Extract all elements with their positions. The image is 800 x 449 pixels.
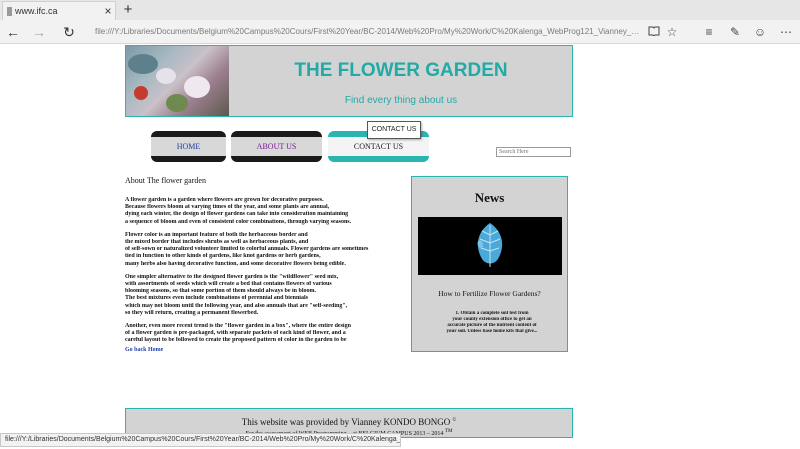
browser-tab-bar: www.ifc.ca × + (0, 0, 800, 20)
main-heading: About The flower garden (125, 176, 206, 185)
refresh-icon[interactable]: ↻ (60, 23, 78, 41)
go-back-home-link[interactable]: Go back Home (125, 347, 375, 353)
nav-about-label: ABOUT US (231, 137, 322, 156)
status-bar-url: file:///Y:/Libraries/Documents/Belgium%2… (0, 433, 401, 447)
news-caption: How to Fertilize Flower Gardens? (438, 289, 541, 298)
tab-close-icon[interactable]: × (101, 4, 115, 18)
search-input[interactable] (496, 147, 571, 157)
reading-view-icon[interactable] (646, 24, 662, 40)
news-title: News (474, 190, 505, 205)
favorite-star-icon[interactable]: ☆ (664, 24, 680, 40)
page-favicon-icon (7, 6, 12, 16)
site-header: THE FLOWER GARDEN Find every thing about… (125, 45, 573, 117)
tab-title: www.ifc.ca (15, 6, 58, 16)
news-panel: News How to Fertilize Flower Gardens? 1.… (411, 176, 568, 352)
web-note-icon[interactable]: ✎ (727, 24, 743, 40)
page-viewport: THE FLOWER GARDEN Find every thing about… (0, 45, 800, 449)
nav-home-label: HOME (151, 137, 226, 156)
nav-home-button[interactable]: HOME (151, 131, 226, 162)
news-list: 1. Obtain a complete soil test from your… (446, 311, 538, 334)
more-icon[interactable]: ⋯ (778, 24, 794, 40)
paragraph-3: One simpler alternative to the designed … (125, 273, 348, 316)
hub-menu-icon[interactable]: ≡ (701, 24, 717, 40)
paragraph-1: A flower garden is a garden where flower… (125, 197, 352, 225)
address-bar: ← → ↻ file:///Y:/Libraries/Documents/Bel… (0, 20, 800, 44)
forward-icon[interactable]: → (30, 23, 48, 41)
browser-tab[interactable]: www.ifc.ca × (2, 1, 116, 20)
news-leaf-image (418, 217, 562, 275)
url-field[interactable]: file:///Y:/Libraries/Documents/Belgium%2… (95, 23, 642, 41)
main-content: About The flower garden A flower garden … (125, 176, 375, 353)
paragraph-4: Another, even more recent trend is the "… (125, 323, 351, 344)
site-title: THE FLOWER GARDEN (294, 60, 508, 81)
footer-credit: This website was provided by Vianney KON… (241, 417, 457, 427)
paragraph-2: Flower color is an important feature of … (125, 231, 369, 267)
back-icon[interactable]: ← (4, 23, 22, 41)
contact-tooltip: CONTACT US (367, 121, 421, 139)
nav-about-button[interactable]: ABOUT US (231, 131, 322, 162)
feedback-icon[interactable]: ☺ (752, 24, 768, 40)
site-tagline: Find every thing about us (344, 95, 458, 106)
new-tab-icon[interactable]: + (120, 1, 136, 18)
flower-header-image (126, 46, 229, 116)
nav-contact-label: CONTACT US (328, 137, 429, 156)
